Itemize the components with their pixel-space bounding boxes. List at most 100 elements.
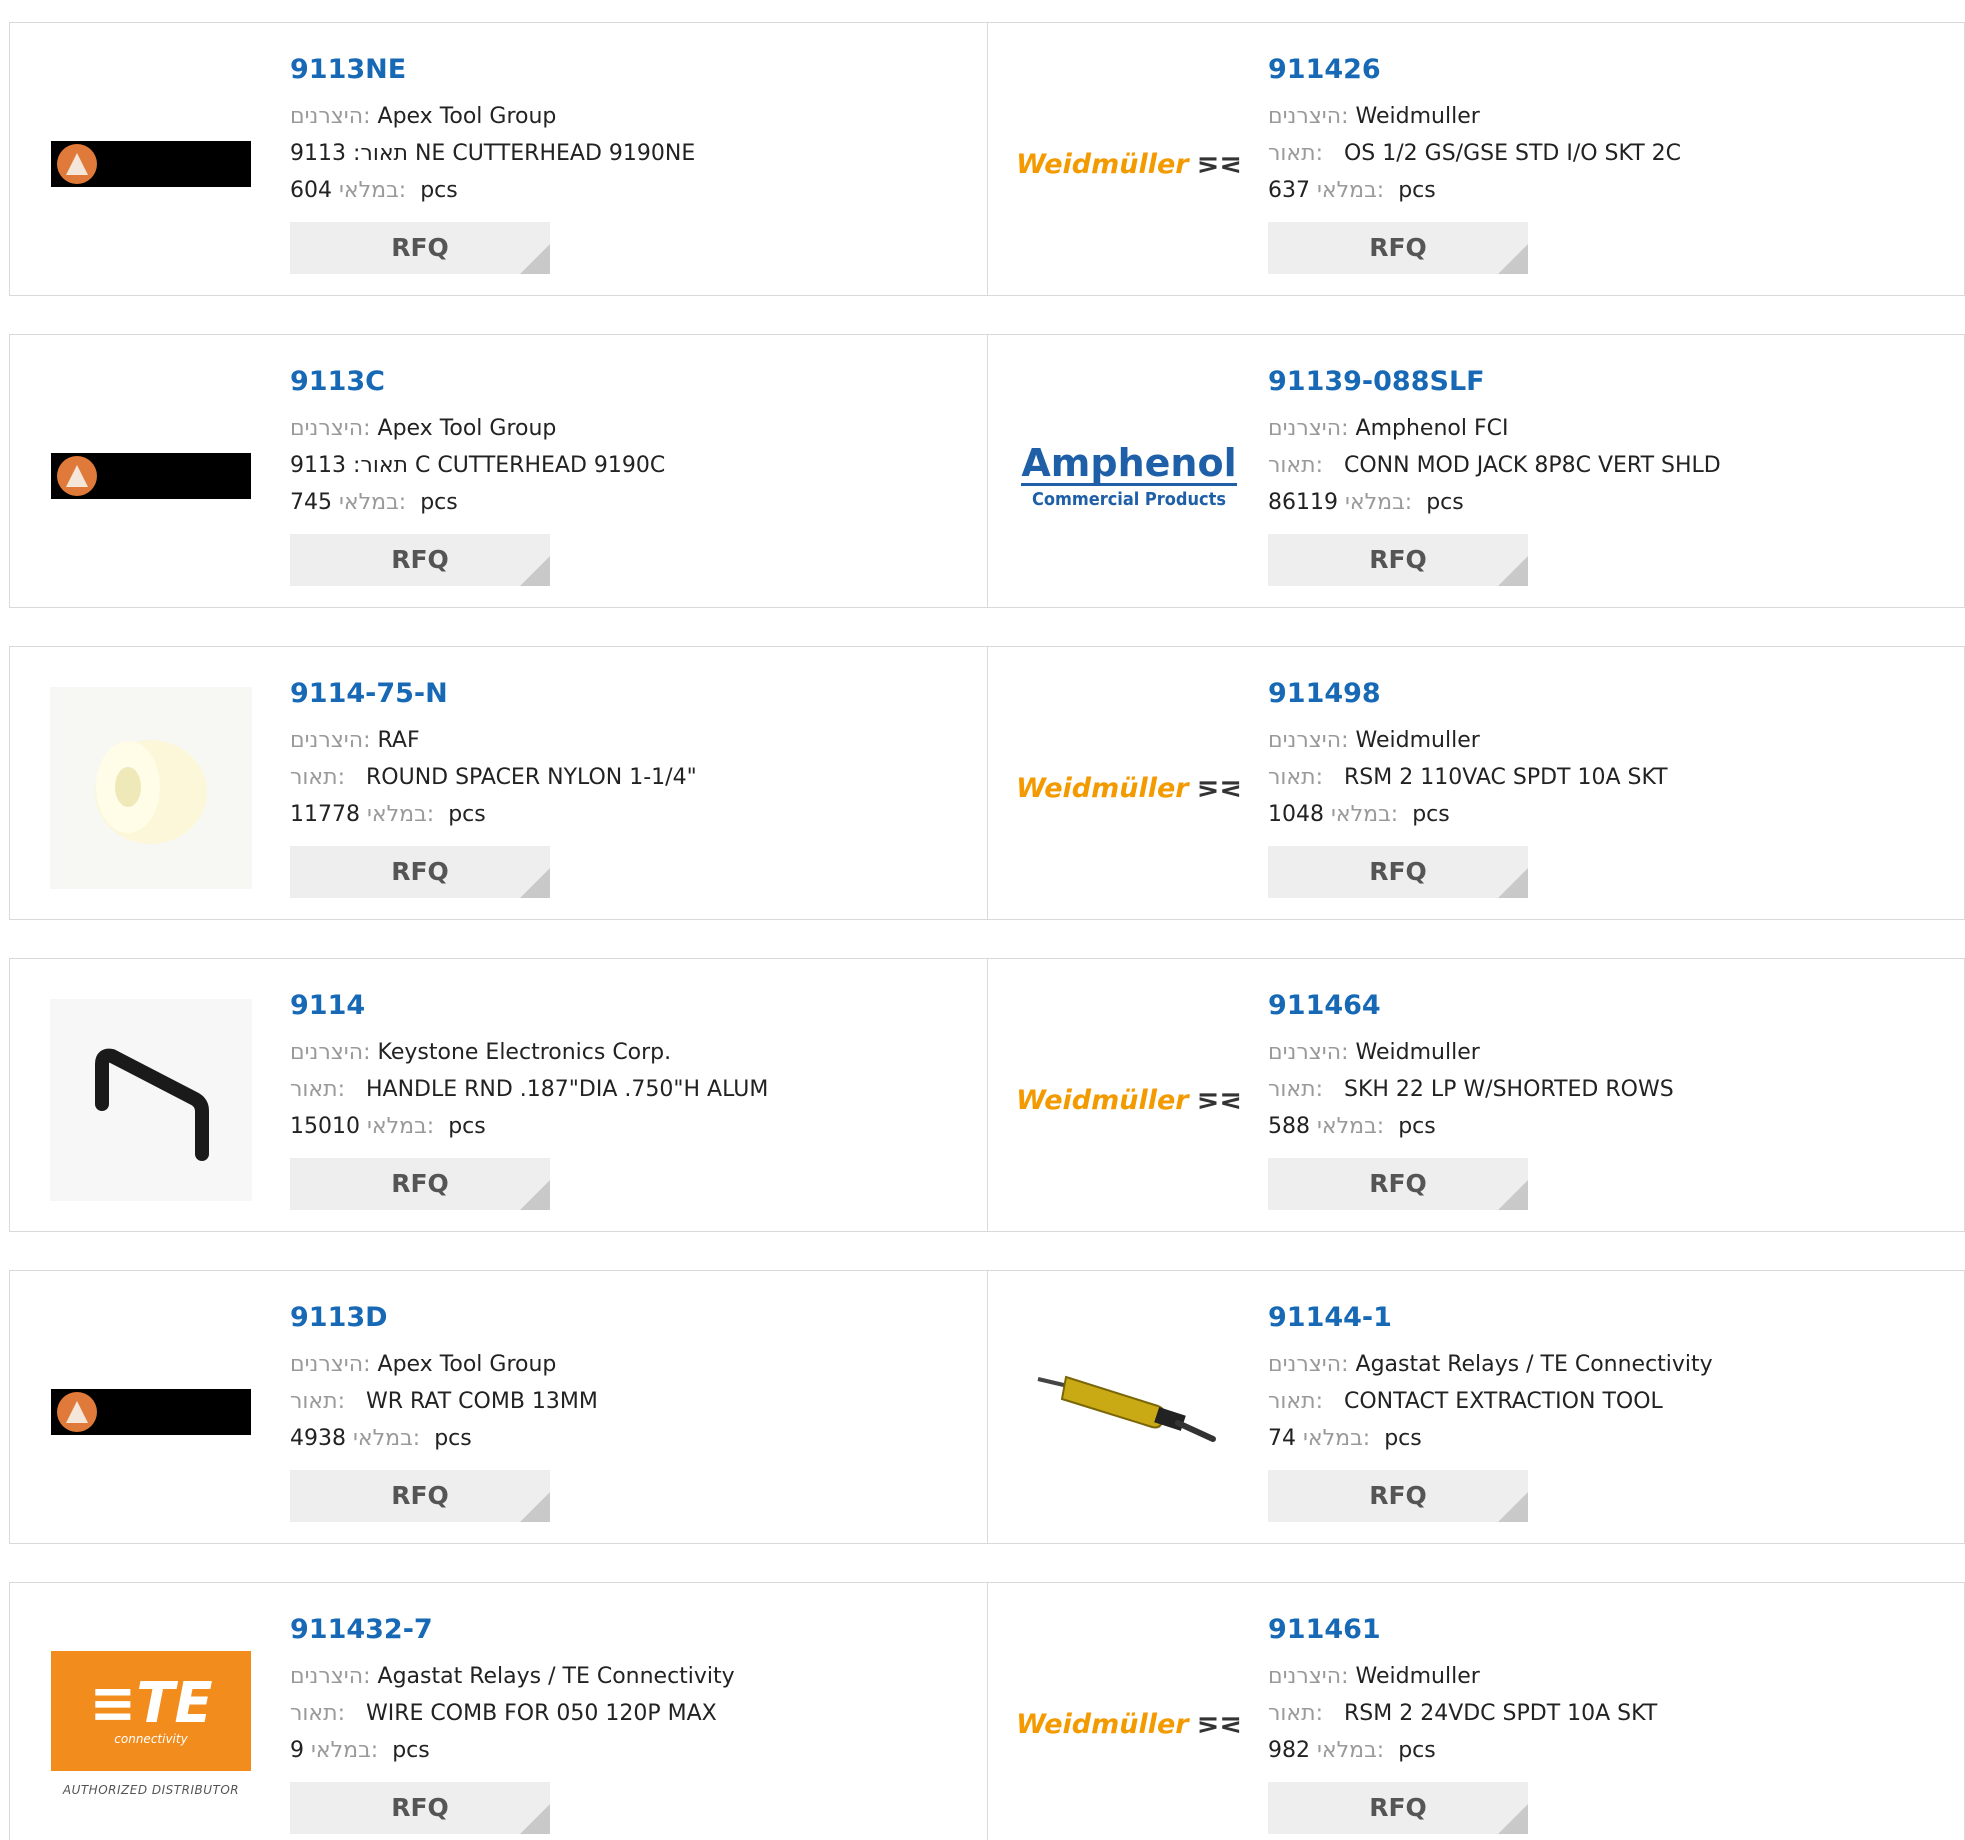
manufacturer-label: היצרנים: (1268, 416, 1349, 441)
rfq-button[interactable]: RFQ (1268, 534, 1528, 586)
stock-label: במלאי: (311, 1738, 379, 1763)
part-number-link[interactable]: 9114-75-N (290, 675, 977, 713)
manufacturer-logo[interactable] (50, 1311, 252, 1513)
manufacturer-value: Weidmuller (1355, 728, 1480, 753)
manufacturer-label: היצרנים: (1268, 1664, 1349, 1689)
stock-unit: pcs (1398, 1114, 1436, 1139)
rfq-button[interactable]: RFQ (1268, 1158, 1528, 1210)
part-number-link[interactable]: 9113C (290, 363, 977, 401)
rfq-label: RFQ (391, 233, 449, 262)
rfq-label: RFQ (391, 1169, 449, 1198)
manufacturer-logo[interactable] (50, 687, 252, 889)
rfq-label: RFQ (1369, 1793, 1427, 1822)
manufacturer-value: Apex Tool Group (377, 1352, 557, 1377)
amphenol-logo: Amphenol Commercial Products (1021, 440, 1237, 510)
stock-line: 4938 במלאי: pcs (290, 1420, 977, 1457)
product-card: 91144-1 היצרנים: Agastat Relays / TE Con… (987, 1271, 1964, 1543)
rfq-label: RFQ (391, 1793, 449, 1822)
part-number-link[interactable]: 911461 (1268, 1611, 1954, 1649)
stock-value: 637 (1268, 178, 1310, 203)
part-number-link[interactable]: 9113D (290, 1299, 977, 1337)
manufacturer-logo[interactable]: Weidmüller ⋝⋜ (1016, 687, 1242, 889)
manufacturer-label: היצרנים: (290, 1664, 371, 1689)
manufacturer-value: Keystone Electronics Corp. (377, 1040, 672, 1065)
rfq-label: RFQ (1369, 857, 1427, 886)
manufacturer-logo[interactable]: Weidmüller ⋝⋜ (1016, 1623, 1242, 1825)
description-line: 9113 :תאור C CUTTERHEAD 9190C (290, 447, 977, 484)
description-label: תאור: (290, 765, 345, 790)
rfq-button[interactable]: RFQ (290, 1782, 550, 1834)
description-label: תאור: (1268, 141, 1323, 166)
part-number-link[interactable]: 9113NE (290, 51, 977, 89)
handle-photo (50, 999, 252, 1201)
manufacturer-logo[interactable]: ≡TE connectivity AUTHORIZED DISTRIBUTOR (50, 1623, 252, 1825)
manufacturer-line: היצרנים: Agastat Relays / TE Connectivit… (290, 1658, 977, 1695)
stock-unit: pcs (420, 490, 458, 515)
manufacturer-logo[interactable]: Weidmüller ⋝⋜ (1016, 63, 1242, 265)
manufacturer-value: Agastat Relays / TE Connectivity (1355, 1352, 1713, 1377)
rfq-button[interactable]: RFQ (1268, 222, 1528, 274)
part-number-link[interactable]: 911498 (1268, 675, 1954, 713)
stock-value: 11778 (290, 802, 360, 827)
product-row: 9114 היצרנים: Keystone Electronics Corp.… (9, 958, 1965, 1232)
product-row: 9113D היצרנים: Apex Tool Group תאור: WR … (9, 1270, 1965, 1544)
weidmuller-logo: Weidmüller ⋝⋜ (1016, 1708, 1242, 1740)
manufacturer-line: היצרנים: Apex Tool Group (290, 410, 977, 447)
stock-value: 86119 (1268, 490, 1338, 515)
description-label: תאור: (1268, 1389, 1323, 1414)
description-label: תאור: (290, 1077, 345, 1102)
apex-logo (51, 1389, 251, 1435)
manufacturer-value: RAF (377, 728, 420, 753)
manufacturer-logo[interactable] (50, 999, 252, 1201)
rfq-button[interactable]: RFQ (290, 222, 550, 274)
rfq-label: RFQ (1369, 1169, 1427, 1198)
part-number-link[interactable]: 9114 (290, 987, 977, 1025)
rfq-button[interactable]: RFQ (290, 1158, 550, 1210)
description-value: WIRE COMB FOR 050 120P MAX (365, 1701, 717, 1726)
part-number-link[interactable]: 911426 (1268, 51, 1954, 89)
stock-line: 637 במלאי: pcs (1268, 172, 1954, 209)
manufacturer-logo[interactable] (50, 375, 252, 577)
rfq-button[interactable]: RFQ (290, 534, 550, 586)
manufacturer-logo[interactable] (1028, 1311, 1230, 1513)
part-number-link[interactable]: 911464 (1268, 987, 1954, 1025)
part-number-link[interactable]: 911432-7 (290, 1611, 977, 1649)
stock-unit: pcs (1398, 1738, 1436, 1763)
stock-unit: pcs (1398, 178, 1436, 203)
stock-value: 4938 (290, 1426, 346, 1451)
stock-value: 982 (1268, 1738, 1310, 1763)
part-number-link[interactable]: 91139-088SLF (1268, 363, 1954, 401)
manufacturer-logo[interactable] (50, 63, 252, 265)
product-card: 9113D היצרנים: Apex Tool Group תאור: WR … (10, 1271, 987, 1543)
stock-value: 588 (1268, 1114, 1310, 1139)
te-logo: ≡TE connectivity AUTHORIZED DISTRIBUTOR (51, 1651, 251, 1797)
description-line: תאור: SKH 22 LP W/SHORTED ROWS (1268, 1071, 1954, 1108)
stock-unit: pcs (1384, 1426, 1422, 1451)
stock-unit: pcs (448, 802, 486, 827)
manufacturer-line: היצרנים: RAF (290, 722, 977, 759)
rfq-button[interactable]: RFQ (1268, 1782, 1528, 1834)
description-value: RSM 2 110VAC SPDT 10A SKT (1343, 765, 1668, 790)
stock-value: 9 (290, 1738, 304, 1763)
rfq-button[interactable]: RFQ (290, 846, 550, 898)
product-card: 9114 היצרנים: Keystone Electronics Corp.… (10, 959, 987, 1231)
manufacturer-value: Apex Tool Group (377, 104, 557, 129)
rfq-button[interactable]: RFQ (290, 1470, 550, 1522)
part-number-link[interactable]: 91144-1 (1268, 1299, 1954, 1337)
description-line: תאור: RSM 2 110VAC SPDT 10A SKT (1268, 759, 1954, 796)
description-value: CONN MOD JACK 8P8C VERT SHLD (1343, 453, 1721, 478)
stock-line: 11778 במלאי: pcs (290, 796, 977, 833)
stock-unit: pcs (448, 1114, 486, 1139)
stock-label: במלאי: (1317, 1114, 1385, 1139)
rfq-button[interactable]: RFQ (1268, 1470, 1528, 1522)
stock-line: 982 במלאי: pcs (1268, 1732, 1954, 1769)
stock-unit: pcs (1412, 802, 1450, 827)
manufacturer-logo[interactable]: Amphenol Commercial Products (1021, 375, 1237, 577)
stock-label: במלאי: (1317, 178, 1385, 203)
manufacturer-logo[interactable]: Weidmüller ⋝⋜ (1016, 999, 1242, 1201)
product-card: Amphenol Commercial Products 91139-088SL… (987, 335, 1964, 607)
stock-value: 1048 (1268, 802, 1324, 827)
stock-label: במלאי: (367, 1114, 435, 1139)
rfq-button[interactable]: RFQ (1268, 846, 1528, 898)
manufacturer-value: Amphenol FCI (1355, 416, 1509, 441)
